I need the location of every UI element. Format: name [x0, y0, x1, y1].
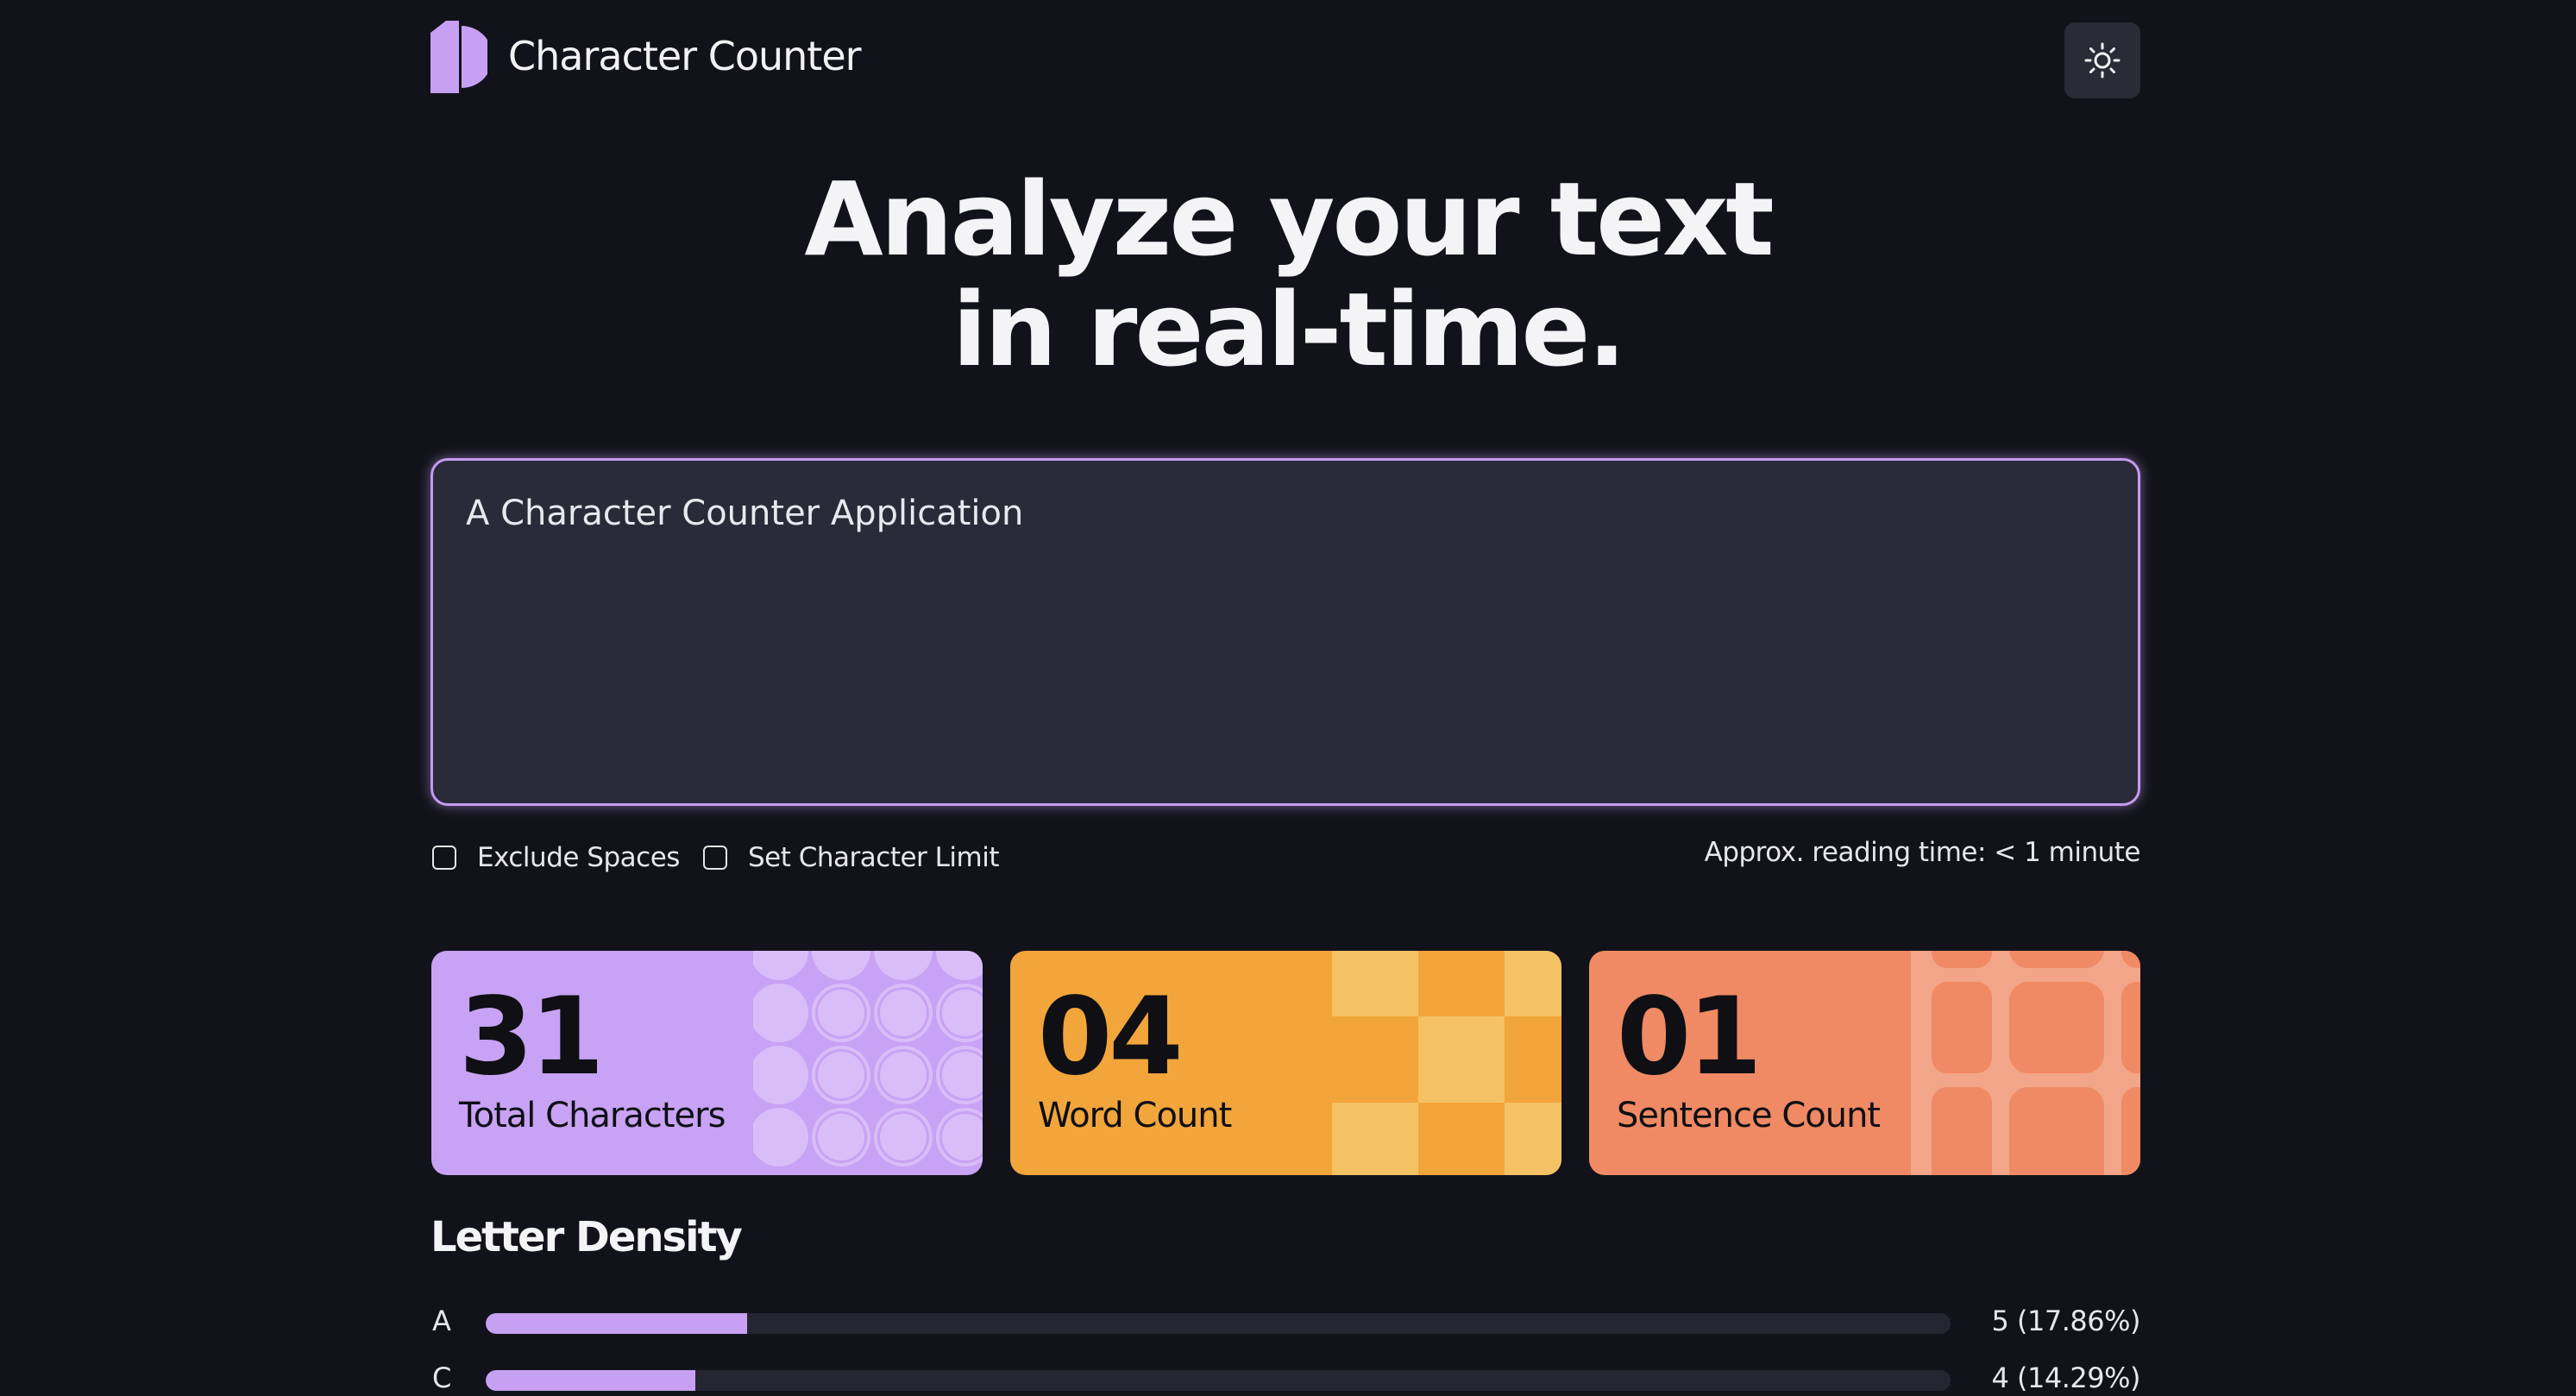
- sun-icon: [2084, 42, 2120, 79]
- word-count-card: 04 Word Count: [1010, 951, 1561, 1175]
- density-count: 5 (17.86%): [1991, 1305, 2140, 1337]
- exclude-spaces-checkbox[interactable]: Exclude Spaces: [432, 842, 680, 873]
- sentence-count-value: 01: [1617, 975, 1762, 1099]
- app-title: Character Counter: [508, 33, 862, 79]
- character-limit-checkbox[interactable]: Set Character Limit: [703, 842, 1000, 873]
- character-limit-label: Set Character Limit: [748, 842, 1000, 873]
- theme-toggle-button[interactable]: [2064, 22, 2140, 98]
- density-row: C 4 (14.29%): [430, 1360, 2140, 1396]
- total-characters-label: Total Characters: [459, 1096, 726, 1135]
- hero-heading: Analyze your text in real-time.: [0, 164, 2576, 385]
- checkbox-box[interactable]: [703, 846, 727, 870]
- options-row: Exclude Spaces Set Character Limit Appro…: [430, 837, 2141, 877]
- logo-icon: [430, 21, 487, 93]
- word-count-value: 04: [1038, 975, 1184, 1099]
- header: Character Counter: [430, 21, 2140, 100]
- density-letter: A: [432, 1305, 451, 1337]
- hero-line-1: Analyze your text: [804, 160, 1774, 279]
- circles-pattern: [753, 951, 983, 1166]
- sentence-count-card: 01 Sentence Count: [1589, 951, 2140, 1175]
- word-count-label: Word Count: [1038, 1096, 1232, 1135]
- checker-pattern: [1332, 951, 1561, 1175]
- density-count: 4 (14.29%): [1991, 1361, 2140, 1394]
- hero-line-2: in real-time.: [952, 270, 1626, 389]
- density-bar-track: [486, 1313, 1951, 1334]
- checkbox-box[interactable]: [432, 846, 456, 870]
- total-characters-card: 31 Total Characters: [431, 951, 983, 1175]
- rounded-squares-pattern: [1911, 951, 2140, 1175]
- density-letter: C: [432, 1361, 452, 1394]
- density-bar-track: [486, 1370, 1951, 1391]
- density-row: A 5 (17.86%): [430, 1303, 2140, 1343]
- density-bar-fill: [486, 1313, 748, 1334]
- text-input[interactable]: [430, 458, 2140, 806]
- reading-time: Approx. reading time: < 1 minute: [1704, 837, 2141, 868]
- density-bar-fill: [486, 1370, 695, 1391]
- page: Character Counter Analyze your text in r…: [0, 0, 2576, 1396]
- letter-density-title: Letter Density: [430, 1213, 743, 1261]
- exclude-spaces-label: Exclude Spaces: [477, 842, 680, 873]
- total-characters-value: 31: [459, 975, 605, 1099]
- sentence-count-label: Sentence Count: [1617, 1096, 1881, 1135]
